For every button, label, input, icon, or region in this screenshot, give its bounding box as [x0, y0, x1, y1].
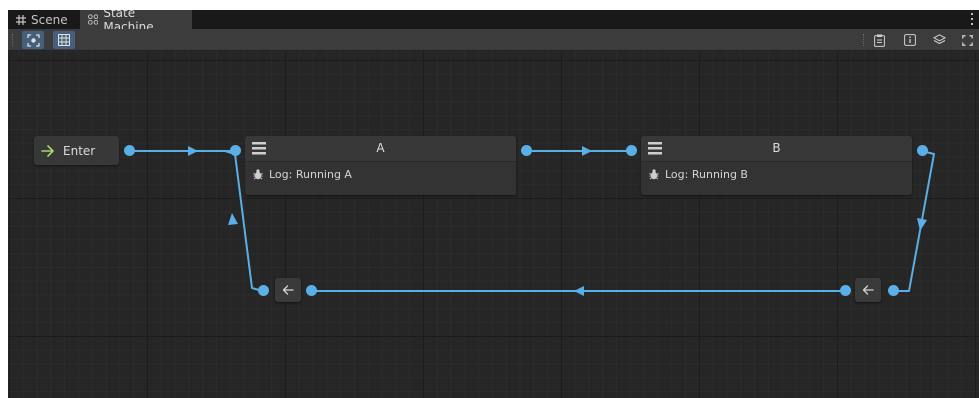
maximize-icon	[961, 34, 973, 46]
state-title: B	[772, 141, 781, 155]
state-b-input-port[interactable]	[626, 145, 637, 156]
inspector-button[interactable]	[899, 31, 921, 49]
state-a-input-port[interactable]	[230, 145, 241, 156]
edge-arrowhead	[582, 146, 592, 156]
state-a-output-port[interactable]	[521, 145, 532, 156]
state-node-b[interactable]: B Log: Running B	[641, 136, 912, 195]
frame-icon	[26, 33, 40, 47]
tab-label: Scene	[31, 12, 68, 27]
toolbar-grip	[12, 34, 14, 46]
grid-toggle-button[interactable]	[53, 31, 75, 49]
clipboard-icon	[873, 34, 885, 47]
bug-icon	[649, 169, 659, 180]
state-actions: Log: Running B	[641, 161, 912, 195]
state-machine-icon	[88, 14, 99, 25]
arrow-right-icon	[41, 144, 54, 157]
maximize-button[interactable]	[956, 31, 978, 49]
edge-arrowhead	[574, 286, 584, 296]
toolbar-grip	[863, 34, 865, 46]
bug-icon	[253, 169, 263, 180]
transition-edges	[129, 146, 935, 296]
state-node-a[interactable]: A Log: Running A	[245, 136, 516, 195]
enter-output-port[interactable]	[124, 145, 135, 156]
info-icon	[904, 34, 916, 46]
layers-icon	[932, 34, 946, 45]
edge-arrowhead	[228, 213, 238, 225]
tab-bar: Scene State Machine	[8, 10, 979, 34]
state-title: A	[376, 141, 385, 155]
toolbar	[8, 29, 979, 51]
redirect-left-output-port[interactable]	[306, 285, 317, 296]
tab-state-machine[interactable]: State Machine	[80, 10, 192, 34]
redirect-node-left[interactable]	[275, 278, 301, 302]
state-action-item[interactable]: Log: Running A	[253, 168, 352, 181]
state-machine-window: Scene State Machine Enter A Log: Running…	[8, 10, 979, 398]
tab-scene[interactable]: Scene	[8, 10, 79, 29]
redirect-right-input-port[interactable]	[840, 285, 851, 296]
state-action-label: Log: Running B	[665, 168, 748, 181]
more-options-icon[interactable]	[969, 12, 975, 26]
state-action-item[interactable]: Log: Running B	[649, 168, 748, 181]
enter-node[interactable]: Enter	[34, 136, 119, 165]
redirect-node-right[interactable]	[855, 278, 881, 302]
graph-canvas[interactable]: Enter A Log: Running A B Log: Running B	[8, 52, 979, 398]
blackboard-button[interactable]	[868, 31, 890, 49]
enter-node-label: Enter	[63, 143, 96, 158]
state-actions: Log: Running A	[245, 161, 516, 195]
arrow-left-icon	[862, 285, 874, 295]
edge-arrowhead	[188, 146, 198, 156]
redirect-right-output-port[interactable]	[888, 285, 899, 296]
grid-icon	[16, 14, 26, 25]
state-header[interactable]: A	[245, 136, 516, 161]
layers-button[interactable]	[928, 31, 950, 49]
edge-arrowhead	[917, 218, 927, 231]
state-action-label: Log: Running A	[269, 168, 352, 181]
state-b-output-port[interactable]	[917, 145, 928, 156]
frame-all-button[interactable]	[22, 31, 44, 49]
grid-icon	[58, 34, 70, 46]
arrow-left-icon	[282, 285, 294, 295]
redirect-left-input-port[interactable]	[258, 285, 269, 296]
state-header[interactable]: B	[641, 136, 912, 161]
